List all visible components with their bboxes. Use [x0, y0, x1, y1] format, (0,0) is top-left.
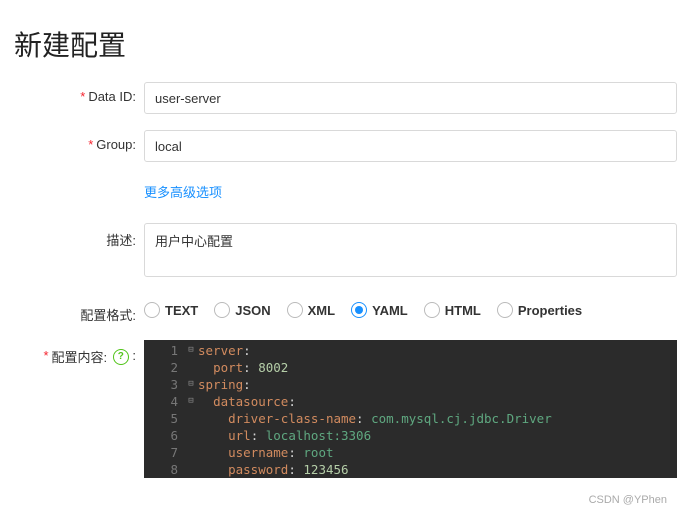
label-format: 配置格式:: [14, 298, 144, 324]
format-radio-text[interactable]: TEXT: [144, 302, 198, 318]
label-group: *Group:: [14, 130, 144, 152]
radio-icon: [144, 302, 160, 318]
fold-icon: [184, 444, 198, 461]
row-group: *Group:: [14, 130, 677, 162]
code-text: server:: [198, 342, 251, 359]
radio-label: JSON: [235, 303, 270, 318]
line-number: 4: [144, 393, 184, 410]
code-text: port: 8002: [198, 359, 288, 376]
code-text: password: 123456: [198, 461, 349, 478]
format-radio-properties[interactable]: Properties: [497, 302, 582, 318]
format-radio-yaml[interactable]: YAML: [351, 302, 408, 318]
config-content-editor[interactable]: 1⊟server:2 port: 80023⊟spring:4⊟ datasou…: [144, 340, 677, 478]
radio-label: HTML: [445, 303, 481, 318]
code-line: 4⊟ datasource:: [144, 393, 677, 410]
line-number: 7: [144, 444, 184, 461]
label-data-id: *Data ID:: [14, 82, 144, 104]
radio-label: TEXT: [165, 303, 198, 318]
code-text: driver-class-name: com.mysql.cj.jdbc.Dri…: [198, 410, 552, 427]
row-content: *配置内容: ? : 1⊟server:2 port: 80023⊟spring…: [14, 340, 677, 478]
description-textarea[interactable]: [144, 223, 677, 277]
code-line: 3⊟spring:: [144, 376, 677, 393]
code-line: 1⊟server:: [144, 342, 677, 359]
format-radio-json[interactable]: JSON: [214, 302, 270, 318]
data-id-input[interactable]: [144, 82, 677, 114]
line-number: 5: [144, 410, 184, 427]
required-mark: *: [88, 137, 93, 152]
code-text: datasource:: [198, 393, 296, 410]
radio-label: XML: [308, 303, 335, 318]
config-form: *Data ID: *Group: 更多高级选项 描述: 配置格式: T: [0, 82, 677, 478]
help-icon[interactable]: ?: [113, 349, 129, 365]
line-number: 2: [144, 359, 184, 376]
radio-icon: [287, 302, 303, 318]
fold-icon: [184, 461, 198, 478]
code-line: 7 username: root: [144, 444, 677, 461]
group-input[interactable]: [144, 130, 677, 162]
code-line: 6 url: localhost:3306: [144, 427, 677, 444]
format-radio-xml[interactable]: XML: [287, 302, 335, 318]
code-line: 2 port: 8002: [144, 359, 677, 376]
row-format: 配置格式: TEXT JSON XML YAML HTML Properties: [14, 298, 677, 324]
row-data-id: *Data ID:: [14, 82, 677, 114]
label-description: 描述:: [14, 223, 144, 249]
fold-icon: [184, 427, 198, 444]
required-mark: *: [43, 348, 48, 363]
line-number: 6: [144, 427, 184, 444]
code-text: url: localhost:3306: [198, 427, 371, 444]
row-description: 描述:: [14, 223, 677, 282]
line-number: 1: [144, 342, 184, 359]
watermark: CSDN @YPhen: [589, 494, 667, 506]
fold-icon[interactable]: ⊟: [184, 342, 198, 359]
radio-icon: [497, 302, 513, 318]
radio-label: YAML: [372, 303, 408, 318]
fold-icon[interactable]: ⊟: [184, 376, 198, 393]
format-radio-html[interactable]: HTML: [424, 302, 481, 318]
fold-icon[interactable]: ⊟: [184, 393, 198, 410]
line-number: 8: [144, 461, 184, 478]
radio-icon: [424, 302, 440, 318]
fold-icon: [184, 410, 198, 427]
format-radio-group: TEXT JSON XML YAML HTML Properties: [144, 298, 677, 318]
radio-label: Properties: [518, 303, 582, 318]
fold-icon: [184, 359, 198, 376]
advanced-options-link[interactable]: 更多高级选项: [144, 178, 222, 203]
radio-icon: [351, 302, 367, 318]
page-title: 新建配置: [0, 0, 677, 82]
row-advanced: 更多高级选项: [14, 178, 677, 203]
code-line: 8 password: 123456: [144, 461, 677, 478]
label-content: *配置内容: ? :: [14, 340, 144, 366]
line-number: 3: [144, 376, 184, 393]
code-line: 5 driver-class-name: com.mysql.cj.jdbc.D…: [144, 410, 677, 427]
code-text: username: root: [198, 444, 334, 461]
radio-icon: [214, 302, 230, 318]
code-text: spring:: [198, 376, 251, 393]
required-mark: *: [80, 89, 85, 104]
